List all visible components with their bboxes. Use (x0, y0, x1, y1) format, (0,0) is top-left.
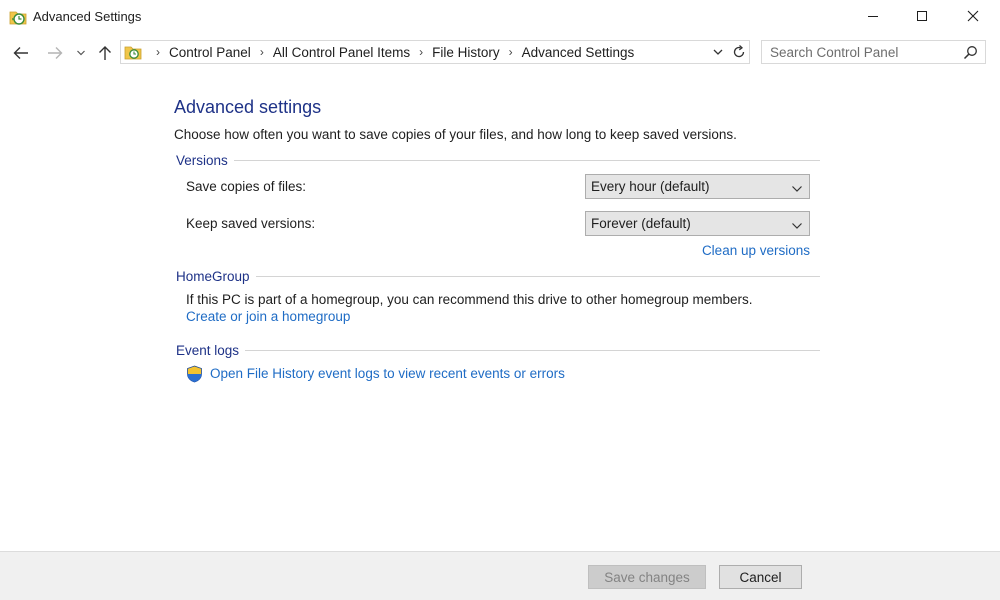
title-bar: Advanced Settings (0, 0, 1000, 34)
divider (255, 275, 820, 277)
window-title: Advanced Settings (33, 9, 142, 24)
refresh-icon[interactable] (731, 44, 747, 60)
chevron-down-icon[interactable] (711, 45, 725, 59)
close-button[interactable] (950, 0, 996, 32)
cancel-button[interactable]: Cancel (719, 565, 802, 589)
create-homegroup-link[interactable]: Create or join a homegroup (186, 309, 350, 324)
page-title: Advanced settings (174, 97, 322, 117)
breadcrumb-file-history[interactable]: File History (432, 45, 500, 60)
footer-bar: Save changes Cancel (0, 551, 1000, 600)
search-icon[interactable] (963, 45, 978, 60)
chevron-down-icon (791, 182, 803, 192)
chevron-down-icon (791, 219, 803, 229)
open-event-logs-link[interactable]: Open File History event logs to view rec… (210, 366, 565, 381)
event-logs-heading: Event logs (176, 342, 240, 358)
minimize-button[interactable] (850, 0, 896, 32)
recent-locations-button[interactable] (74, 42, 88, 64)
chevron-right-icon[interactable]: › (419, 45, 423, 59)
keep-versions-select[interactable]: Forever (default) (585, 211, 810, 236)
back-button[interactable] (10, 42, 32, 64)
save-copies-label: Save copies of files: (186, 179, 307, 194)
breadcrumb: › Control Panel › All Control Panel Item… (147, 41, 634, 63)
uac-shield-icon (186, 365, 203, 383)
up-button[interactable] (94, 42, 116, 64)
page-description: Choose how often you want to save copies… (174, 127, 737, 142)
chevron-right-icon[interactable]: › (260, 45, 264, 59)
address-bar[interactable]: › Control Panel › All Control Panel Item… (120, 40, 750, 64)
main-content: Advanced settings Choose how often you w… (0, 70, 1000, 550)
save-copies-select[interactable]: Every hour (default) (585, 174, 810, 199)
file-history-icon (9, 8, 27, 26)
versions-heading: Versions (176, 152, 228, 168)
search-box[interactable] (761, 40, 986, 64)
breadcrumb-control-panel[interactable]: Control Panel (169, 45, 251, 60)
search-input[interactable] (770, 44, 960, 60)
divider (233, 159, 820, 161)
clean-up-versions-link[interactable]: Clean up versions (702, 243, 810, 258)
event-logs-section-header: Event logs (176, 341, 820, 359)
control-panel-icon (124, 44, 142, 60)
save-changes-button[interactable]: Save changes (588, 565, 706, 589)
maximize-button[interactable] (899, 0, 945, 32)
breadcrumb-advanced-settings[interactable]: Advanced Settings (522, 45, 635, 60)
chevron-right-icon[interactable]: › (509, 45, 513, 59)
chevron-right-icon[interactable]: › (156, 45, 160, 59)
homegroup-heading: HomeGroup (176, 268, 250, 284)
keep-versions-label: Keep saved versions: (186, 216, 316, 231)
save-copies-value: Every hour (default) (591, 179, 710, 194)
breadcrumb-all-items[interactable]: All Control Panel Items (273, 45, 410, 60)
versions-section-header: Versions (176, 151, 820, 169)
homegroup-section-header: HomeGroup (176, 267, 820, 285)
homegroup-description: If this PC is part of a homegroup, you c… (186, 292, 753, 307)
keep-versions-value: Forever (default) (591, 216, 691, 231)
divider (245, 349, 820, 351)
forward-button[interactable] (44, 42, 66, 64)
navigation-bar: › Control Panel › All Control Panel Item… (0, 38, 1000, 68)
